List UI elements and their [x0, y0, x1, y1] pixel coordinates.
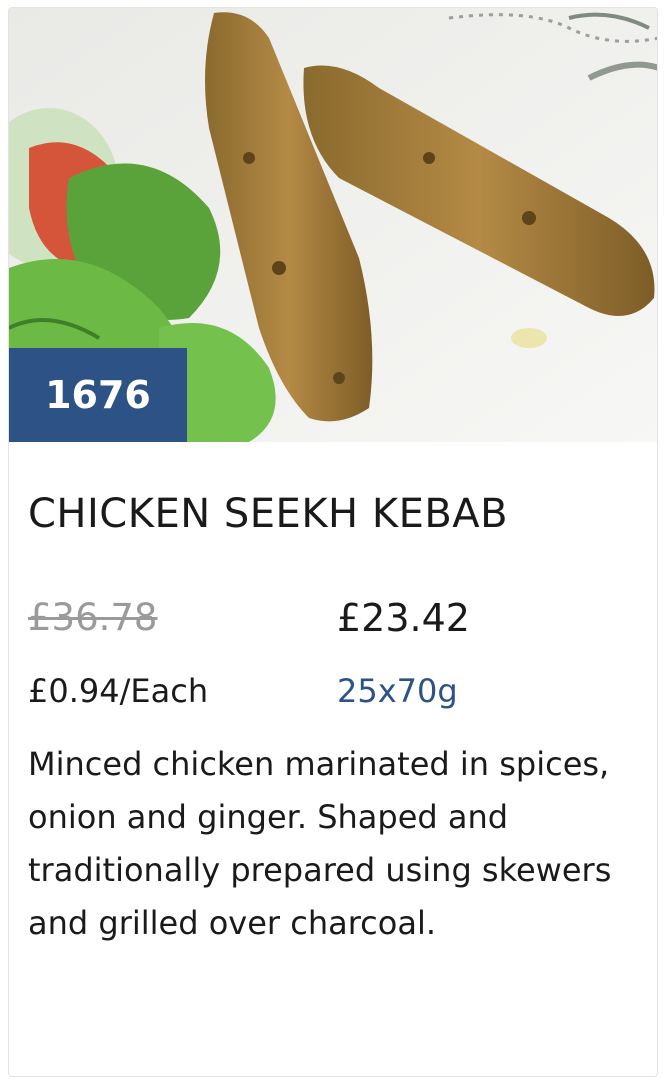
product-title[interactable]: CHICKEN SEEKH KEBAB: [28, 491, 508, 537]
product-description: Minced chicken marinated in spices, onio…: [28, 745, 612, 942]
original-price: £36.78: [28, 596, 158, 639]
product-code-badge: 1676: [9, 348, 187, 442]
product-image[interactable]: 1676: [9, 8, 657, 442]
unit-price: £0.94/Each: [28, 672, 209, 710]
product-card[interactable]: 1676 CHICKEN SEEKH KEBAB £36.78 £23.42 £…: [8, 7, 658, 1077]
sale-price: £23.42: [337, 596, 470, 640]
pack-size: 25x70g: [337, 672, 458, 710]
